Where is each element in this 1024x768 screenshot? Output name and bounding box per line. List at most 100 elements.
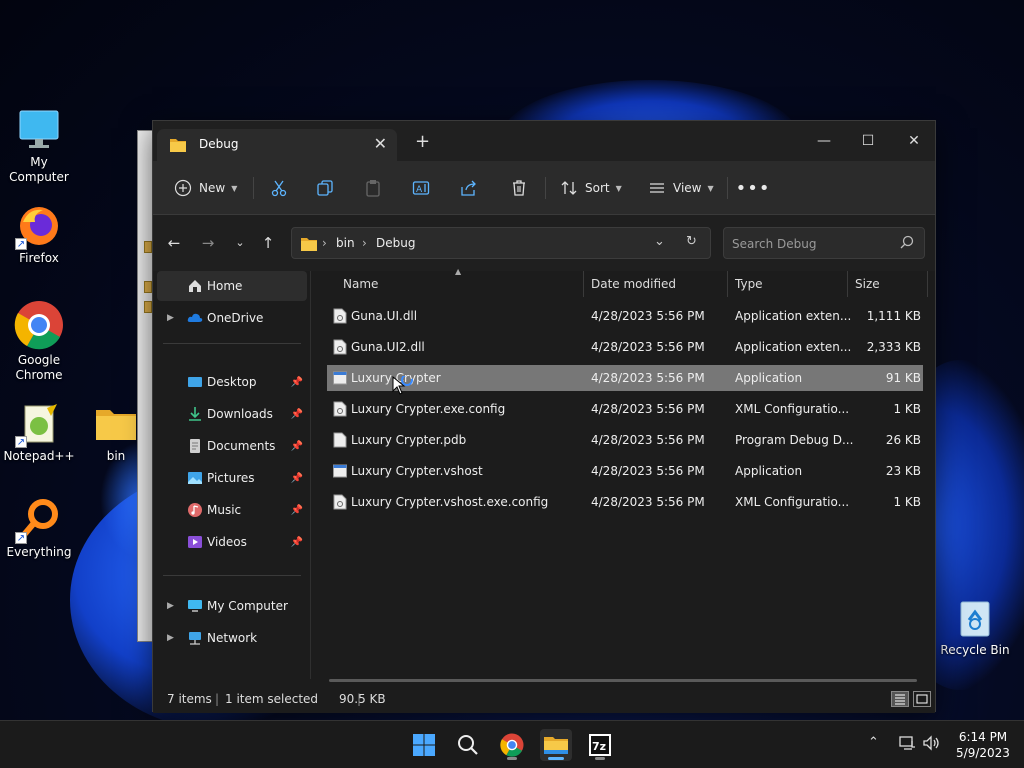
tab-debug[interactable]: Debug ✕ [157,129,397,161]
breadcrumb-bin[interactable]: bin [336,236,355,250]
column-header-size[interactable]: Size [855,271,880,297]
scissors-icon [269,178,289,198]
shortcut-arrow-icon: ↗ [15,436,27,448]
view-label: View [673,181,702,195]
sidebar-item-network[interactable]: ▶ Network [157,623,307,653]
sidebar-item-label: Home [207,279,243,293]
forward-button[interactable]: → [197,233,219,253]
cut-button[interactable] [269,175,289,201]
file-row[interactable]: Guna.UI2.dll 4/28/2023 5:56 PM Applicati… [327,334,923,360]
title-bar[interactable]: Debug ✕ + — ☐ ✕ [153,121,935,161]
share-button[interactable] [459,175,479,201]
clock-time: 6:14 PM [958,730,1008,744]
file-row[interactable]: Guna.UI.dll 4/28/2023 5:56 PM Applicatio… [327,303,923,329]
pin-icon[interactable]: 📌 [291,537,303,548]
sidebar-item-music[interactable]: Music 📌 [157,495,307,525]
taskbar-chrome-button[interactable] [496,729,528,761]
sidebar-item-home[interactable]: Home [157,271,307,301]
chevron-right-icon[interactable]: ▶ [167,313,174,323]
sidebar-item-desktop[interactable]: Desktop 📌 [157,367,307,397]
sort-ascending-icon: ▲ [455,267,462,276]
search-input[interactable] [732,234,892,254]
desktop-icon-everything[interactable]: ↗ Everything [0,498,78,560]
sidebar-item-my-computer[interactable]: ▶ My Computer [157,591,307,621]
more-options-button[interactable]: ••• [736,175,770,201]
copy-button[interactable] [315,175,335,201]
sidebar-item-downloads[interactable]: Downloads 📌 [157,399,307,429]
pin-icon[interactable]: 📌 [291,473,303,484]
desktop-icon-my-computer[interactable]: My Computer [0,108,78,185]
sidebar-item-documents[interactable]: Documents 📌 [157,431,307,461]
refresh-icon[interactable]: ↻ [686,234,697,249]
sidebar-item-label: My Computer [207,599,288,613]
back-button[interactable]: ← [163,233,185,253]
desktop-icon-label: Everything [6,545,72,559]
view-button[interactable]: View ▼ [647,175,714,201]
desktop-icon-firefox[interactable]: ↗ Firefox [0,204,78,266]
sidebar-item-onedrive[interactable]: ▶ OneDrive [157,303,307,333]
file-date: 4/28/2023 5:56 PM [591,371,705,385]
column-header-date[interactable]: Date modified [591,271,676,297]
breadcrumb-debug[interactable]: Debug [376,236,415,250]
taskbar-search-button[interactable] [452,729,484,761]
address-bar[interactable]: › bin › Debug ⌄ ↻ [291,227,711,259]
file-row[interactable]: Luxury Crypter.vshost.exe.config 4/28/20… [327,489,923,515]
taskbar-file-explorer-button[interactable] [540,729,572,761]
column-divider[interactable] [927,271,928,297]
delete-button[interactable] [509,175,529,201]
show-hidden-icons-button[interactable]: ⌃ [868,735,879,750]
minimize-button[interactable]: — [801,127,847,155]
chevron-right-icon[interactable]: ▶ [167,601,174,611]
taskbar-7zip-button[interactable]: 7z [584,729,616,761]
file-row[interactable]: Luxury Crypter.exe.config 4/28/2023 5:56… [327,396,923,422]
file-row[interactable]: Luxury Crypter.vshost 4/28/2023 5:56 PM … [327,458,923,484]
column-divider[interactable] [583,271,584,297]
file-name: Luxury Crypter.vshost.exe.config [351,495,549,509]
share-icon [459,178,479,198]
chevron-right-icon: › [322,236,327,250]
maximize-button[interactable]: ☐ [845,127,891,155]
close-tab-icon[interactable]: ✕ [374,134,387,153]
desktop-icon-chrome[interactable]: Google Chrome [0,300,78,383]
new-tab-button[interactable]: + [415,131,430,152]
sidebar-item-pictures[interactable]: Pictures 📌 [157,463,307,493]
search-box[interactable] [723,227,925,259]
file-type: Application exten... [735,309,852,323]
up-button[interactable]: ↑ [257,233,279,253]
desktop-icon-recycle-bin[interactable]: Recycle Bin [936,596,1014,658]
everything-search-icon: ↗ [15,498,61,544]
pin-icon[interactable]: 📌 [291,409,303,420]
close-window-button[interactable]: ✕ [891,127,937,155]
pin-icon[interactable]: 📌 [291,377,303,388]
column-header-name[interactable]: Name [343,271,378,297]
divider [253,177,254,199]
paste-button[interactable] [363,175,383,201]
horizontal-scrollbar[interactable] [329,679,917,682]
chevron-right-icon[interactable]: ▶ [167,633,174,643]
pin-icon[interactable]: 📌 [291,441,303,452]
sort-button[interactable]: Sort ▼ [559,175,622,201]
network-status-icon[interactable] [898,735,916,755]
shortcut-arrow-icon: ↗ [15,238,27,250]
application-icon [333,371,347,385]
start-button[interactable] [408,729,440,761]
pin-icon[interactable]: 📌 [291,505,303,516]
volume-icon[interactable] [922,735,942,755]
details-view-button[interactable] [891,691,909,707]
chevron-down-icon[interactable]: ⌄ [654,234,665,249]
column-divider[interactable] [847,271,848,297]
tiles-view-button[interactable] [913,691,931,707]
shortcut-arrow-icon: ↗ [15,532,27,544]
file-row-selected[interactable]: Luxury Crypter 4/28/2023 5:56 PM Applica… [327,365,923,391]
recent-locations-button[interactable]: ⌄ [229,233,251,253]
selection-count: 1 item selected [225,692,319,706]
file-row[interactable]: Luxury Crypter.pdb 4/28/2023 5:56 PM Pro… [327,427,923,453]
new-button[interactable]: New ▼ [173,175,237,201]
column-header-type[interactable]: Type [735,271,763,297]
rename-button[interactable]: A [411,175,431,201]
system-clock[interactable]: 6:14 PM 5/9/2023 [950,729,1016,761]
desktop-icon-notepadpp[interactable]: ↗ Notepad++ [0,402,78,464]
file-size: 1 KB [893,402,921,416]
column-divider[interactable] [727,271,728,297]
sidebar-item-videos[interactable]: Videos 📌 [157,527,307,557]
